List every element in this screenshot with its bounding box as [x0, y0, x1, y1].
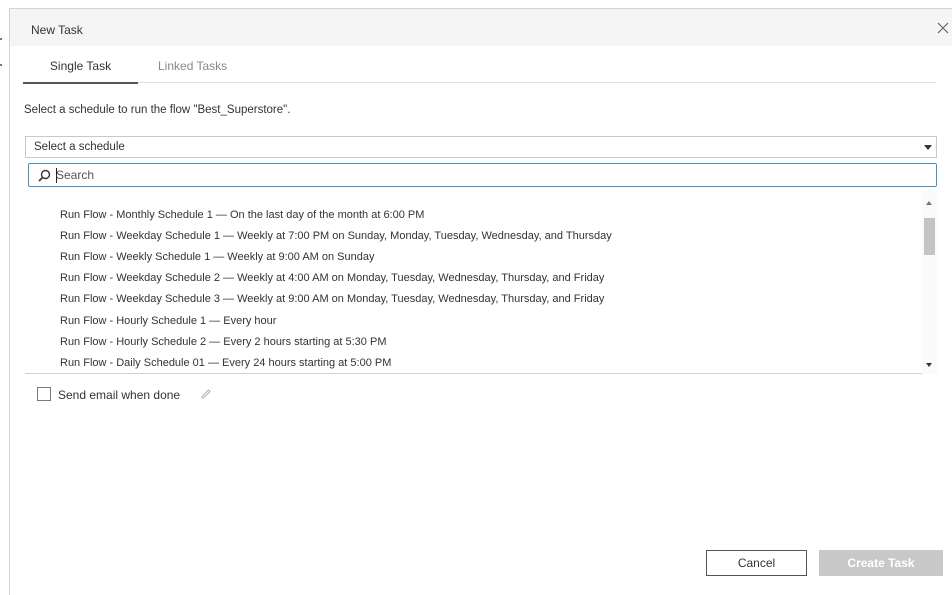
window-edge-dot — [0, 64, 2, 66]
task-tabs: Single Task Linked Tasks — [23, 58, 936, 84]
scroll-down-arrow-icon[interactable] — [926, 363, 932, 367]
list-item[interactable]: Run Flow - Weekly Schedule 1 — Weekly at… — [60, 251, 374, 263]
list-item[interactable]: Run Flow - Weekday Schedule 2 — Weekly a… — [60, 272, 604, 284]
list-item[interactable]: Run Flow - Hourly Schedule 1 — Every hou… — [60, 315, 276, 327]
pencil-icon[interactable] — [200, 388, 212, 400]
search-input[interactable] — [56, 166, 926, 184]
send-email-label: Send email when done — [58, 388, 181, 402]
schedule-select-value: Select a schedule — [34, 141, 125, 153]
options-scrollbar[interactable] — [922, 190, 937, 374]
window-edge-dot — [0, 38, 2, 40]
close-icon[interactable] — [937, 22, 949, 34]
list-item[interactable]: Run Flow - Weekday Schedule 3 — Weekly a… — [60, 293, 604, 305]
schedule-instruction: Select a schedule to run the flow "Best_… — [24, 104, 291, 116]
list-item[interactable]: Run Flow - Hourly Schedule 2 — Every 2 h… — [60, 336, 386, 348]
list-item[interactable]: Run Flow - Daily Schedule 01 — Every 24 … — [60, 357, 391, 369]
search-icon — [38, 169, 51, 182]
list-item[interactable]: Run Flow - Monthly Schedule 1 — On the l… — [60, 209, 424, 221]
text-cursor — [56, 168, 57, 183]
caret-down-icon[interactable] — [924, 145, 932, 150]
send-email-checkbox[interactable] — [37, 387, 51, 401]
search-field[interactable] — [28, 163, 937, 187]
schedule-options-list: Run Flow - Monthly Schedule 1 — On the l… — [25, 190, 937, 374]
dialog-header: New Task — [10, 9, 952, 46]
dialog-title: New Task — [31, 23, 83, 37]
list-item[interactable]: Run Flow - Weekday Schedule 1 — Weekly a… — [60, 230, 612, 242]
scroll-up-arrow-icon[interactable] — [926, 201, 932, 205]
cancel-button[interactable]: Cancel — [706, 550, 807, 576]
schedule-select[interactable]: Select a schedule — [25, 136, 937, 158]
tab-single-task[interactable]: Single Task — [23, 58, 138, 84]
scroll-thumb[interactable] — [924, 218, 935, 255]
create-task-button[interactable]: Create Task — [819, 550, 943, 576]
tab-linked-tasks[interactable]: Linked Tasks — [158, 58, 227, 84]
